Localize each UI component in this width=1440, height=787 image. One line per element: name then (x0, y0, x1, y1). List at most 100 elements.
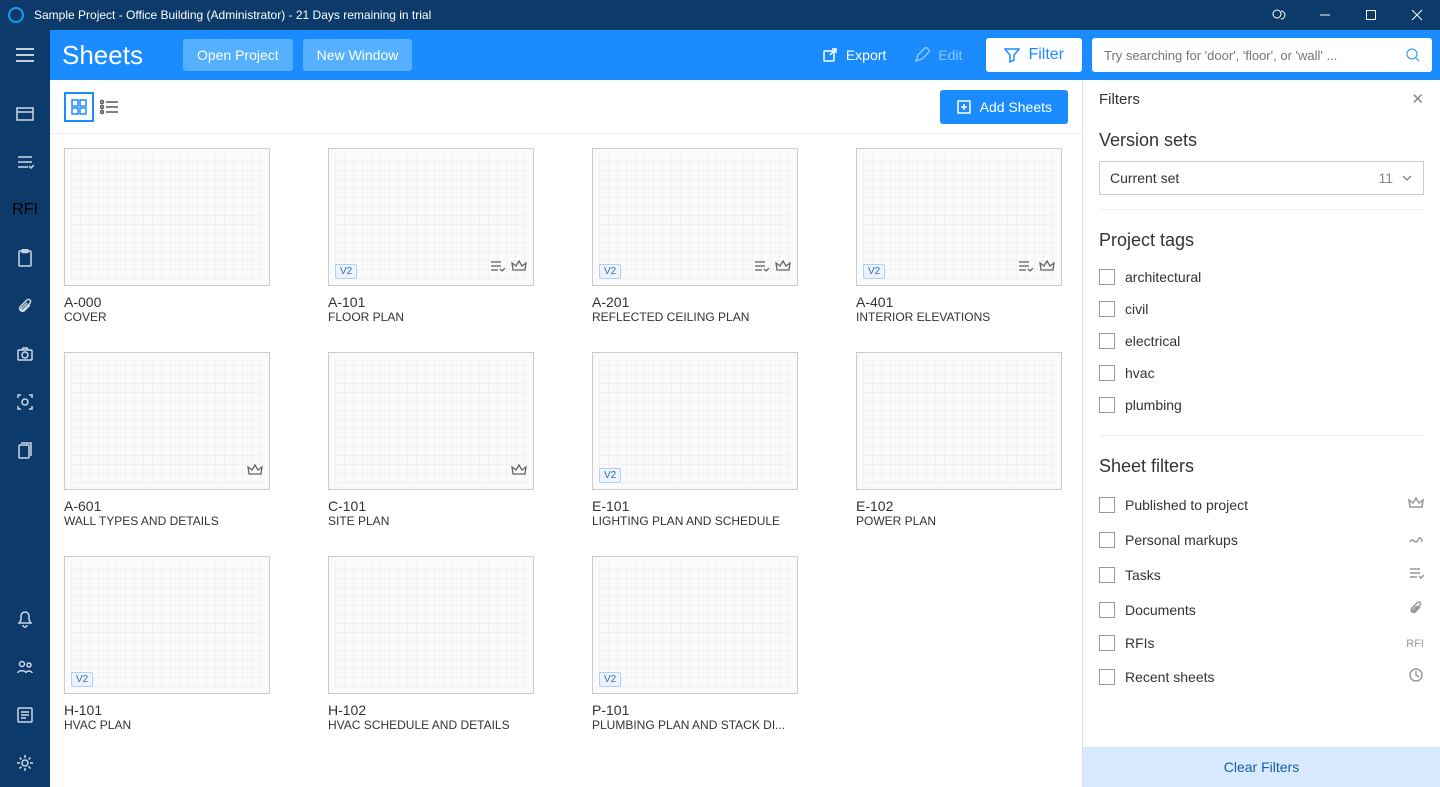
sheet-filter-row[interactable]: Recent sheets (1099, 659, 1424, 694)
sheet-filter-row[interactable]: Personal markups (1099, 522, 1424, 557)
sheet-filter-row[interactable]: Published to project (1099, 487, 1424, 522)
crown-icon (247, 462, 263, 483)
sheet-code: H-102 (328, 702, 534, 718)
sheet-card[interactable]: A-000 COVER (64, 148, 270, 324)
tag-checkbox-row[interactable]: electrical (1099, 325, 1424, 357)
version-set-select[interactable]: Current set 11 (1099, 161, 1424, 195)
tag-checkbox-row[interactable]: hvac (1099, 357, 1424, 389)
checkbox[interactable] (1099, 301, 1115, 317)
sheet-thumbnail[interactable] (64, 148, 270, 286)
sheet-filters-heading: Sheet filters (1099, 456, 1424, 477)
new-window-button[interactable]: New Window (303, 39, 413, 71)
tasks-icon (489, 258, 505, 279)
sheet-thumbnail[interactable] (64, 352, 270, 490)
edit-button[interactable]: Edit (900, 39, 976, 71)
sheet-filter-row[interactable]: Documents (1099, 592, 1424, 627)
sheet-card[interactable]: A-601 WALL TYPES AND DETAILS (64, 352, 270, 528)
checkbox[interactable] (1099, 365, 1115, 381)
sheet-title: LIGHTING PLAN AND SCHEDULE (592, 514, 798, 528)
nav-attachments-icon[interactable] (0, 282, 50, 330)
filters-close-button[interactable]: ✕ (1411, 90, 1424, 108)
add-sheets-button[interactable]: Add Sheets (940, 90, 1068, 124)
sheet-thumbnail[interactable]: V2 (592, 556, 798, 694)
tag-checkbox-row[interactable]: plumbing (1099, 389, 1424, 421)
main-header: Add Sheets (50, 80, 1082, 134)
checkbox[interactable] (1099, 602, 1115, 618)
sheet-filter-row[interactable]: RFIsRFI (1099, 627, 1424, 659)
hamburger-menu-button[interactable] (0, 30, 50, 80)
nav-clipboard-icon[interactable] (0, 234, 50, 282)
crown-icon (511, 462, 527, 483)
sheet-thumbnail[interactable] (856, 352, 1062, 490)
sheet-thumbnail[interactable]: V2 (592, 352, 798, 490)
sheet-card[interactable]: H-102 HVAC SCHEDULE AND DETAILS (328, 556, 534, 732)
crown-icon (1408, 495, 1424, 514)
checkbox[interactable] (1099, 635, 1115, 651)
main-content: Add Sheets A-000 COVER V2 A-101 FLOOR PL… (50, 80, 1082, 787)
chevron-down-icon (1401, 172, 1413, 184)
checkbox[interactable] (1099, 269, 1115, 285)
search-icon (1406, 48, 1420, 62)
search-input[interactable] (1104, 48, 1406, 63)
feedback-icon[interactable] (1256, 0, 1302, 30)
grid-view-toggle[interactable] (64, 92, 94, 122)
sheet-card[interactable]: C-101 SITE PLAN (328, 352, 534, 528)
sheet-card[interactable]: V2 A-101 FLOOR PLAN (328, 148, 534, 324)
export-button[interactable]: Export (808, 39, 900, 71)
filter-button[interactable]: Filter (986, 38, 1082, 72)
nav-documents-icon[interactable] (0, 426, 50, 474)
sheet-card[interactable]: V2 P-101 PLUMBING PLAN AND STACK DI... (592, 556, 798, 732)
tag-label: electrical (1125, 333, 1180, 349)
project-tags-heading: Project tags (1099, 230, 1424, 251)
minimize-button[interactable] (1302, 0, 1348, 30)
nav-notifications-icon[interactable] (0, 595, 50, 643)
nav-scan-icon[interactable] (0, 378, 50, 426)
sheet-card[interactable]: V2 H-101 HVAC PLAN (64, 556, 270, 732)
sheet-thumbnail[interactable]: V2 (592, 148, 798, 286)
filter-label: Documents (1125, 602, 1196, 618)
checkbox[interactable] (1099, 497, 1115, 513)
sheet-card[interactable]: E-102 POWER PLAN (856, 352, 1062, 528)
version-badge: V2 (599, 672, 621, 687)
sheet-grid: A-000 COVER V2 A-101 FLOOR PLAN V2 A-201… (50, 134, 1082, 787)
sheet-card[interactable]: V2 A-201 REFLECTED CEILING PLAN (592, 148, 798, 324)
sheet-thumbnail[interactable]: V2 (328, 148, 534, 286)
checkbox[interactable] (1099, 333, 1115, 349)
RFI-icon: RFI (1406, 636, 1424, 650)
sheet-thumbnail[interactable] (328, 556, 534, 694)
nav-rfi-icon[interactable]: RFI (0, 186, 50, 234)
tag-checkbox-row[interactable]: civil (1099, 293, 1424, 325)
nav-reports-icon[interactable] (0, 691, 50, 739)
sheet-filter-row[interactable]: Tasks (1099, 557, 1424, 592)
sheet-card[interactable]: V2 A-401 INTERIOR ELEVATIONS (856, 148, 1062, 324)
close-button[interactable] (1394, 0, 1440, 30)
checkbox[interactable] (1099, 532, 1115, 548)
sheet-title: COVER (64, 310, 270, 324)
version-badge: V2 (71, 672, 93, 687)
sheet-card[interactable]: V2 E-101 LIGHTING PLAN AND SCHEDULE (592, 352, 798, 528)
sheet-code: A-201 (592, 294, 798, 310)
checkbox[interactable] (1099, 669, 1115, 685)
sheet-code: C-101 (328, 498, 534, 514)
sheet-thumbnail[interactable] (328, 352, 534, 490)
filter-label: Tasks (1125, 567, 1161, 583)
sheet-title: PLUMBING PLAN AND STACK DI... (592, 718, 798, 732)
nav-team-icon[interactable] (0, 643, 50, 691)
filter-label: Personal markups (1125, 532, 1238, 548)
version-badge: V2 (599, 264, 621, 279)
checkbox[interactable] (1099, 567, 1115, 583)
nav-camera-icon[interactable] (0, 330, 50, 378)
clear-filters-button[interactable]: Clear Filters (1083, 747, 1440, 787)
nav-sheets-icon[interactable] (0, 90, 50, 138)
maximize-button[interactable] (1348, 0, 1394, 30)
tag-checkbox-row[interactable]: architectural (1099, 261, 1424, 293)
sheet-thumbnail[interactable]: V2 (856, 148, 1062, 286)
sheet-thumbnail[interactable]: V2 (64, 556, 270, 694)
nav-settings-icon[interactable] (0, 739, 50, 787)
list-view-toggle[interactable] (94, 92, 124, 122)
sheet-title: POWER PLAN (856, 514, 1062, 528)
sheet-title: REFLECTED CEILING PLAN (592, 310, 798, 324)
nav-tasks-icon[interactable] (0, 138, 50, 186)
checkbox[interactable] (1099, 397, 1115, 413)
open-project-button[interactable]: Open Project (183, 39, 293, 71)
